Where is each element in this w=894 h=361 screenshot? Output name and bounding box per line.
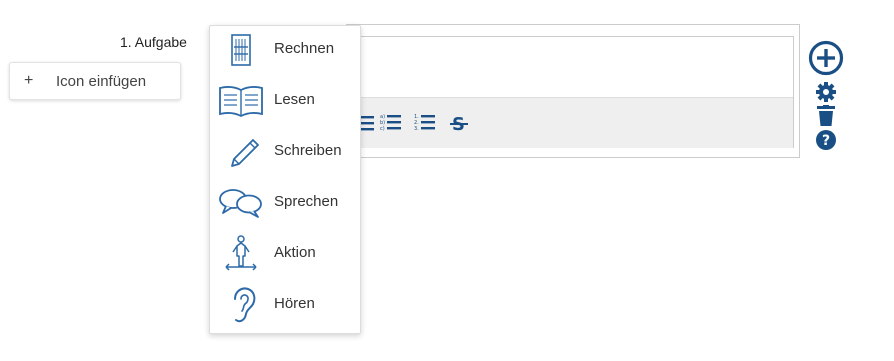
pencil-icon (231, 139, 259, 167)
menu-item-sprechen[interactable]: Sprechen (210, 179, 360, 227)
trash-icon[interactable] (816, 105, 836, 127)
svg-text:?: ? (822, 133, 830, 149)
plus-icon: + (24, 72, 34, 89)
insert-icon-label: Icon einfügen (56, 72, 147, 90)
action-figure-icon (225, 235, 257, 271)
open-book-icon (219, 86, 263, 118)
menu-item-aktion[interactable]: Aktion (210, 230, 360, 278)
menu-item-label: Hören (274, 295, 315, 312)
ear-icon (234, 287, 256, 323)
menu-item-label: Schreiben (274, 142, 342, 159)
help-icon[interactable]: ? (815, 129, 837, 151)
menu-item-hoeren[interactable]: Hören (210, 281, 360, 329)
menu-item-label: Rechnen (274, 40, 335, 57)
lettered-list-icon[interactable]: a) b) c) (380, 112, 402, 134)
numbered-list-icon[interactable]: 1. 2. 3. (414, 112, 436, 134)
svg-text:3.: 3. (414, 126, 419, 132)
task-label: 1. Aufgabe (120, 34, 187, 50)
menu-item-label: Sprechen (274, 193, 339, 210)
gear-icon[interactable] (815, 81, 837, 103)
editor-text-area[interactable] (350, 37, 793, 97)
menu-item-schreiben[interactable]: Schreiben (210, 128, 360, 176)
menu-item-label: Aktion (274, 244, 316, 261)
menu-item-label: Lesen (274, 91, 315, 108)
speech-bubbles-icon (219, 189, 262, 218)
abacus-icon (231, 34, 251, 66)
editor-toolbar: a) b) c) 1. 2. 3. S (350, 97, 793, 148)
add-circle-icon[interactable] (808, 40, 844, 76)
strikethrough-icon[interactable]: S (448, 112, 470, 134)
svg-text:c): c) (380, 126, 385, 132)
menu-item-rechnen[interactable]: Rechnen (210, 26, 360, 74)
menu-item-lesen[interactable]: Lesen (210, 77, 360, 125)
icon-dropdown-menu: Rechnen Lesen Schreiben Sprechen Aktion … (209, 25, 361, 334)
insert-icon-button[interactable]: + Icon einfügen (9, 62, 181, 100)
text-editor: a) b) c) 1. 2. 3. S (349, 36, 794, 148)
